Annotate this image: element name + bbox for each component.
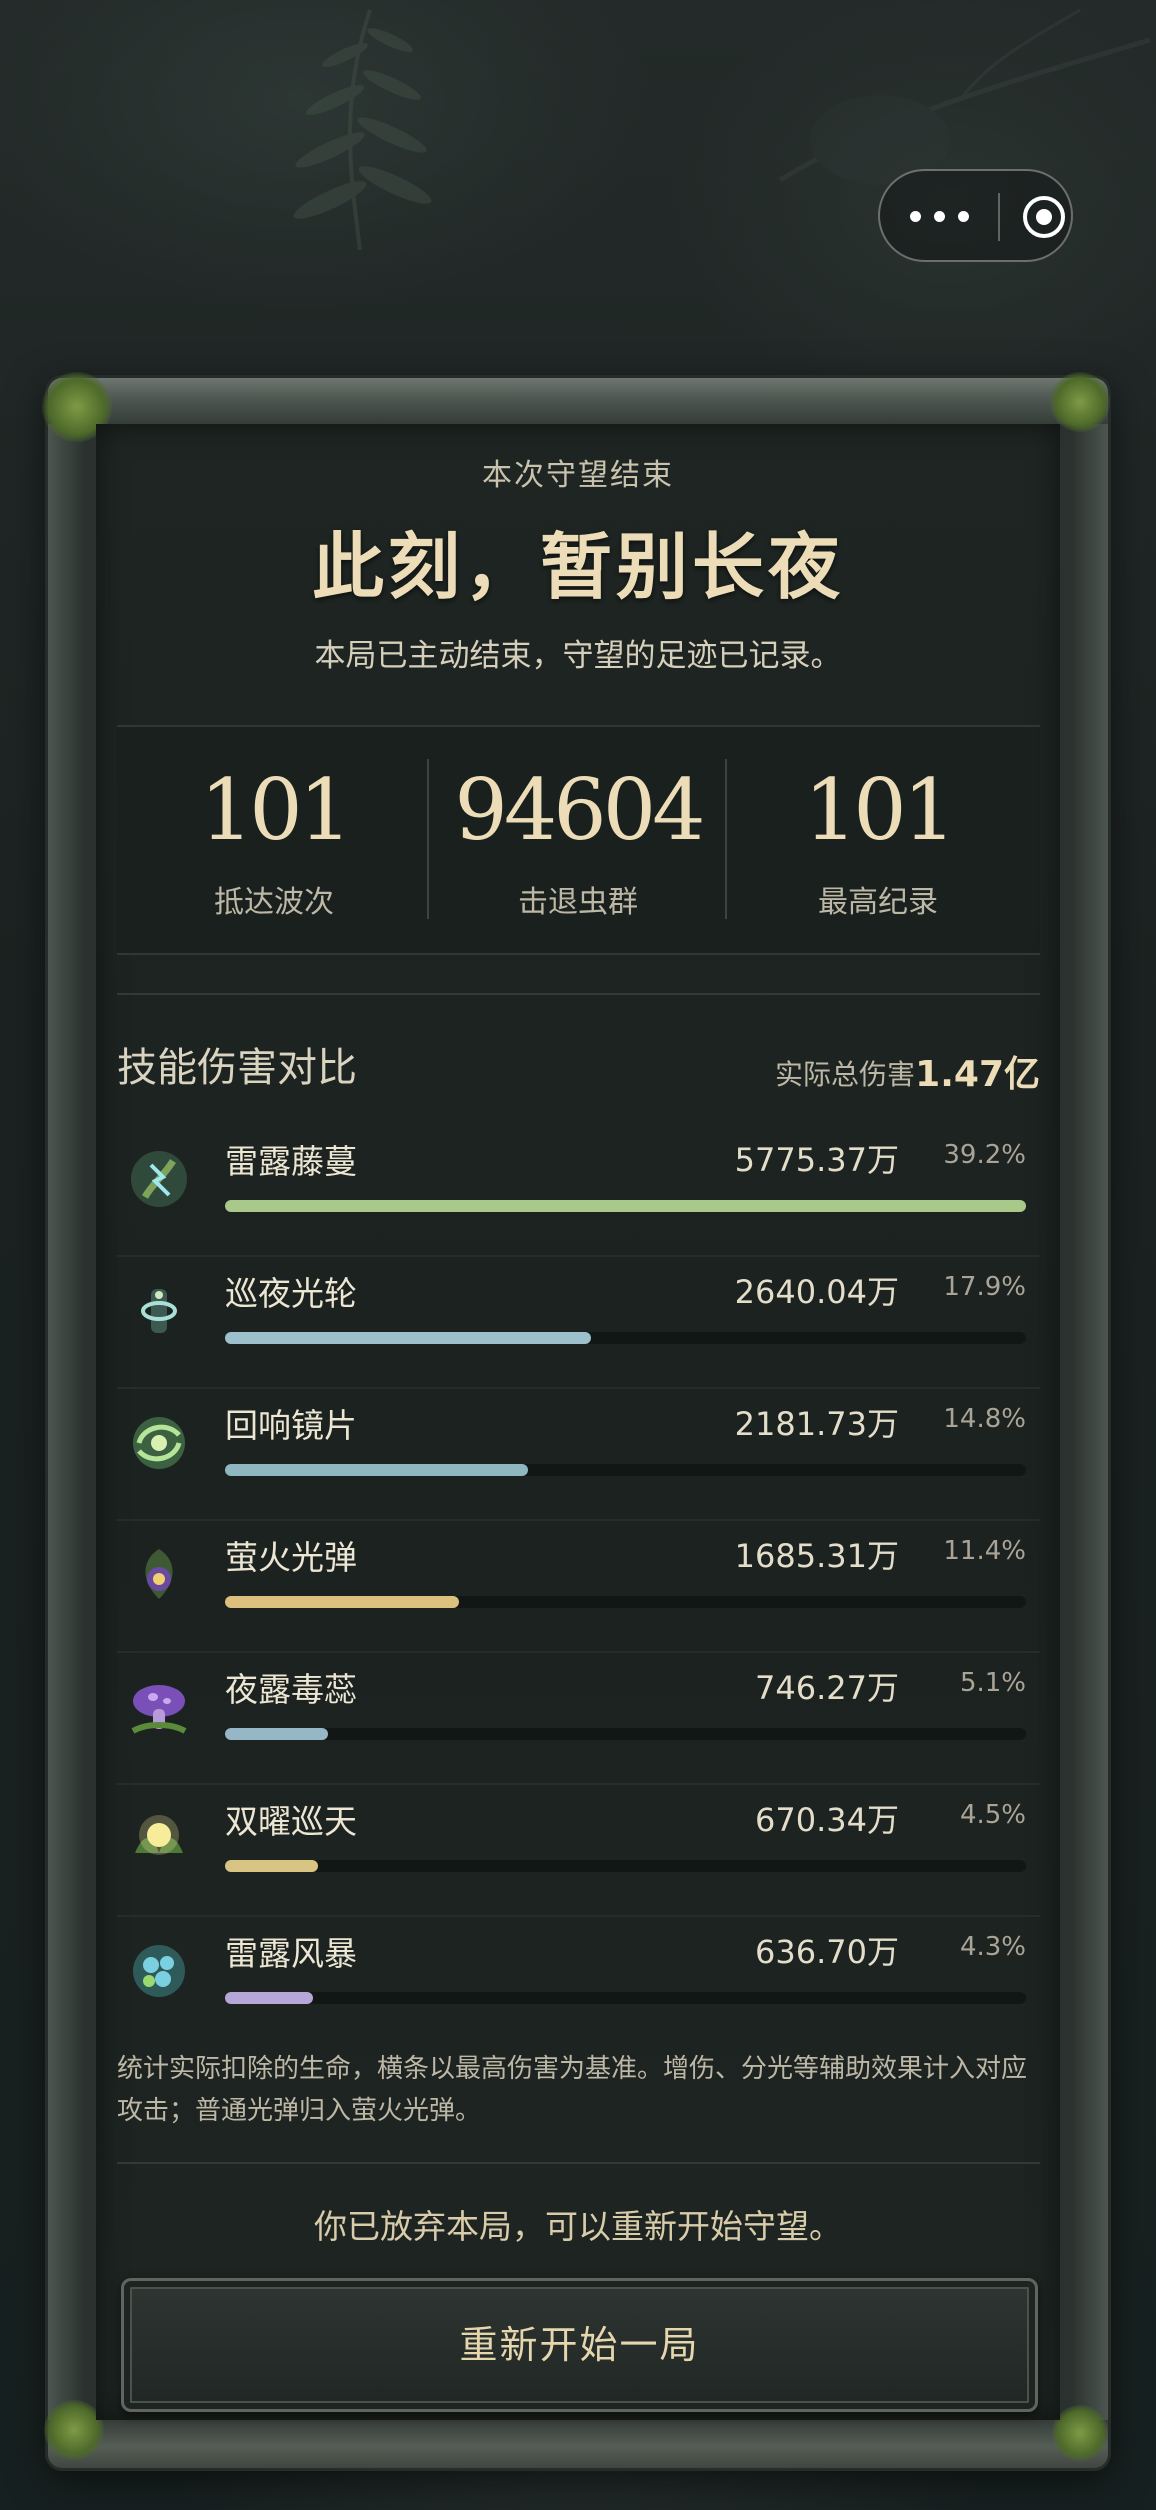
damage-bar-track [225,1200,1026,1212]
fern-decoration [293,9,432,251]
stat-divider [725,759,727,919]
damage-bar-fill [225,1860,318,1872]
damage-bar-track [225,1860,1026,1872]
poison-mushroom-icon [131,1685,187,1734]
section-divider [117,993,1040,995]
mini-program-capsule [878,169,1073,262]
stat-value: 101 [803,761,956,859]
echo-lens-icon [133,1417,185,1469]
skill-damage-percent: 4.3% [959,1932,1026,1962]
stat-value: 94604 [454,761,705,859]
damage-bar-track [225,1464,1026,1476]
stat-record: 101 最高纪录 [729,727,1027,953]
skill-name: 夜露毒蕊 [225,1670,357,1709]
skill-damage-percent: 4.5% [959,1800,1026,1830]
page-subtitle: 本局已主动结束，守望的足迹已记录。 [314,638,842,674]
stat-label: 最高纪录 [818,885,938,920]
skill-damage-value: 2181.73万 [734,1405,899,1443]
restart-button[interactable]: 重新开始一局 [121,2278,1038,2412]
skill-damage-percent: 14.8% [943,1404,1026,1434]
target-circle-icon[interactable] [1020,193,1068,241]
page-title: 此刻，暂别长夜 [311,524,844,609]
skill-damage-percent: 11.4% [943,1536,1026,1566]
stat-label: 抵达波次 [214,885,334,920]
stat-kills: 94604 击退虫群 [429,727,727,953]
damage-bar-track [225,1332,1026,1344]
stone-frame-top [48,378,1108,424]
damage-bar-fill [225,1200,1026,1212]
skill-damage-value: 636.70万 [755,1933,899,1971]
skill-name: 双曜巡天 [225,1802,357,1841]
skill-row: 萤火光弹 1685.31万 11.4% [117,1519,1040,1653]
skill-damage-value: 1685.31万 [734,1537,899,1575]
damage-bar-fill [225,1596,459,1608]
capsule-divider [998,193,1000,241]
total-damage-label: 实际总伤害 [774,1058,915,1091]
skill-damage-value: 670.34万 [755,1801,899,1839]
stone-frame-bottom [48,2420,1108,2468]
stat-waves: 101 抵达波次 [125,727,423,953]
moss-decoration [1052,2405,1108,2461]
skill-row: 雷露风暴 636.70万 4.3% [117,1915,1040,2047]
skill-damage-percent: 17.9% [943,1272,1026,1302]
damage-heading: 技能伤害对比 [117,1045,357,1091]
stat-value: 101 [199,761,352,859]
skill-row: 巡夜光轮 2640.04万 17.9% [117,1255,1040,1389]
night-halo-icon [141,1289,177,1333]
twin-star-icon [135,1815,183,1855]
skill-name: 萤火光弹 [225,1538,357,1577]
skill-damage-value: 746.27万 [755,1669,899,1707]
damage-bar-track [225,1728,1026,1740]
damage-bar-track [225,1992,1026,2004]
thunder-vine-icon [131,1151,187,1207]
skill-damage-value: 5775.37万 [734,1141,899,1179]
skill-row: 双曜巡天 670.34万 4.5% [117,1783,1040,1917]
skill-name: 雷露藤蔓 [225,1142,357,1181]
panel-eyebrow: 本次守望结束 [482,458,674,493]
damage-bar-fill [225,1992,314,2004]
total-damage-value: 1.47亿 [915,1054,1040,1095]
skill-name: 回响镜片 [225,1406,357,1445]
firefly-orb-icon [145,1549,173,1599]
damage-bar-track [225,1596,1026,1608]
storm-flower-icon [133,1945,185,1997]
moss-decoration [44,2400,104,2460]
stats-summary: 101 抵达波次 94604 击退虫群 101 最高纪录 [117,725,1040,955]
skill-row: 夜露毒蕊 746.27万 5.1% [117,1651,1040,1785]
stats-note: 统计实际扣除的生命，横条以最高伤害为基准。增伤、分光等辅助效果计入对应攻击；普通… [117,2054,1028,2126]
skill-name: 雷露风暴 [225,1934,357,1973]
skill-name: 巡夜光轮 [225,1274,357,1313]
skill-row: 雷露藤蔓 5775.37万 39.2% [117,1123,1040,1257]
skill-row: 回响镜片 2181.73万 14.8% [117,1387,1040,1521]
more-dots-icon[interactable] [908,203,978,231]
skill-damage-percent: 39.2% [943,1140,1026,1170]
section-divider [117,2162,1040,2164]
stat-label: 击退虫群 [518,885,638,920]
damage-bar-fill [225,1728,329,1740]
skill-damage-percent: 5.1% [959,1668,1026,1698]
skill-damage-value: 2640.04万 [734,1273,899,1311]
damage-bar-fill [225,1464,528,1476]
moss-decoration [1050,372,1110,432]
damage-bar-fill [225,1332,592,1344]
abandon-message: 你已放弃本局，可以重新开始守望。 [314,2207,842,2246]
